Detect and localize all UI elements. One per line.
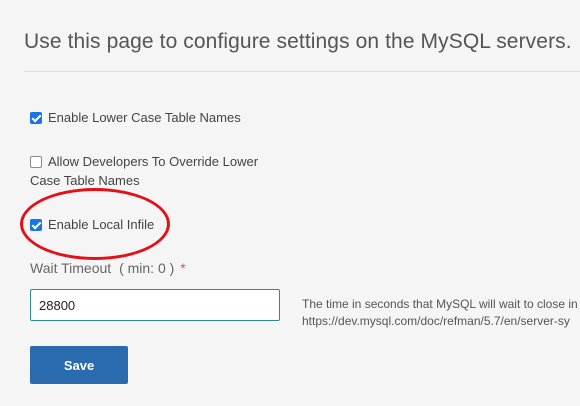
wait-timeout-label-text: Wait Timeout: [30, 260, 112, 276]
save-button[interactable]: Save: [30, 346, 128, 384]
lower-case-table-names-setting[interactable]: Enable Lower Case Table Names: [30, 108, 241, 127]
required-marker: *: [180, 260, 186, 276]
allow-override-setting[interactable]: Allow Developers To Override Lower Case …: [30, 152, 280, 190]
wait-timeout-help-text: The time in seconds that MySQL will wait…: [302, 296, 578, 330]
allow-override-label: Allow Developers To Override Lower Case …: [30, 154, 259, 188]
wait-timeout-hint: ( min: 0 ): [119, 260, 175, 276]
mysql-settings-page: Use this page to configure settings on t…: [0, 0, 580, 406]
lower-case-table-names-checkbox[interactable]: [30, 111, 42, 124]
help-line-2: https://dev.mysql.com/doc/refman/5.7/en/…: [302, 314, 570, 328]
page-description: Use this page to configure settings on t…: [24, 30, 572, 53]
local-infile-setting[interactable]: Enable Local Infile: [30, 215, 154, 234]
local-infile-label: Enable Local Infile: [48, 217, 155, 232]
help-line-1: The time in seconds that MySQL will wait…: [302, 297, 578, 311]
wait-timeout-input[interactable]: [30, 289, 280, 321]
header-divider: [24, 71, 580, 72]
lower-case-table-names-label: Enable Lower Case Table Names: [48, 110, 241, 125]
allow-override-checkbox[interactable]: [30, 155, 42, 168]
local-infile-checkbox[interactable]: [30, 218, 42, 231]
wait-timeout-label: Wait Timeout ( min: 0 ) *: [30, 260, 186, 276]
